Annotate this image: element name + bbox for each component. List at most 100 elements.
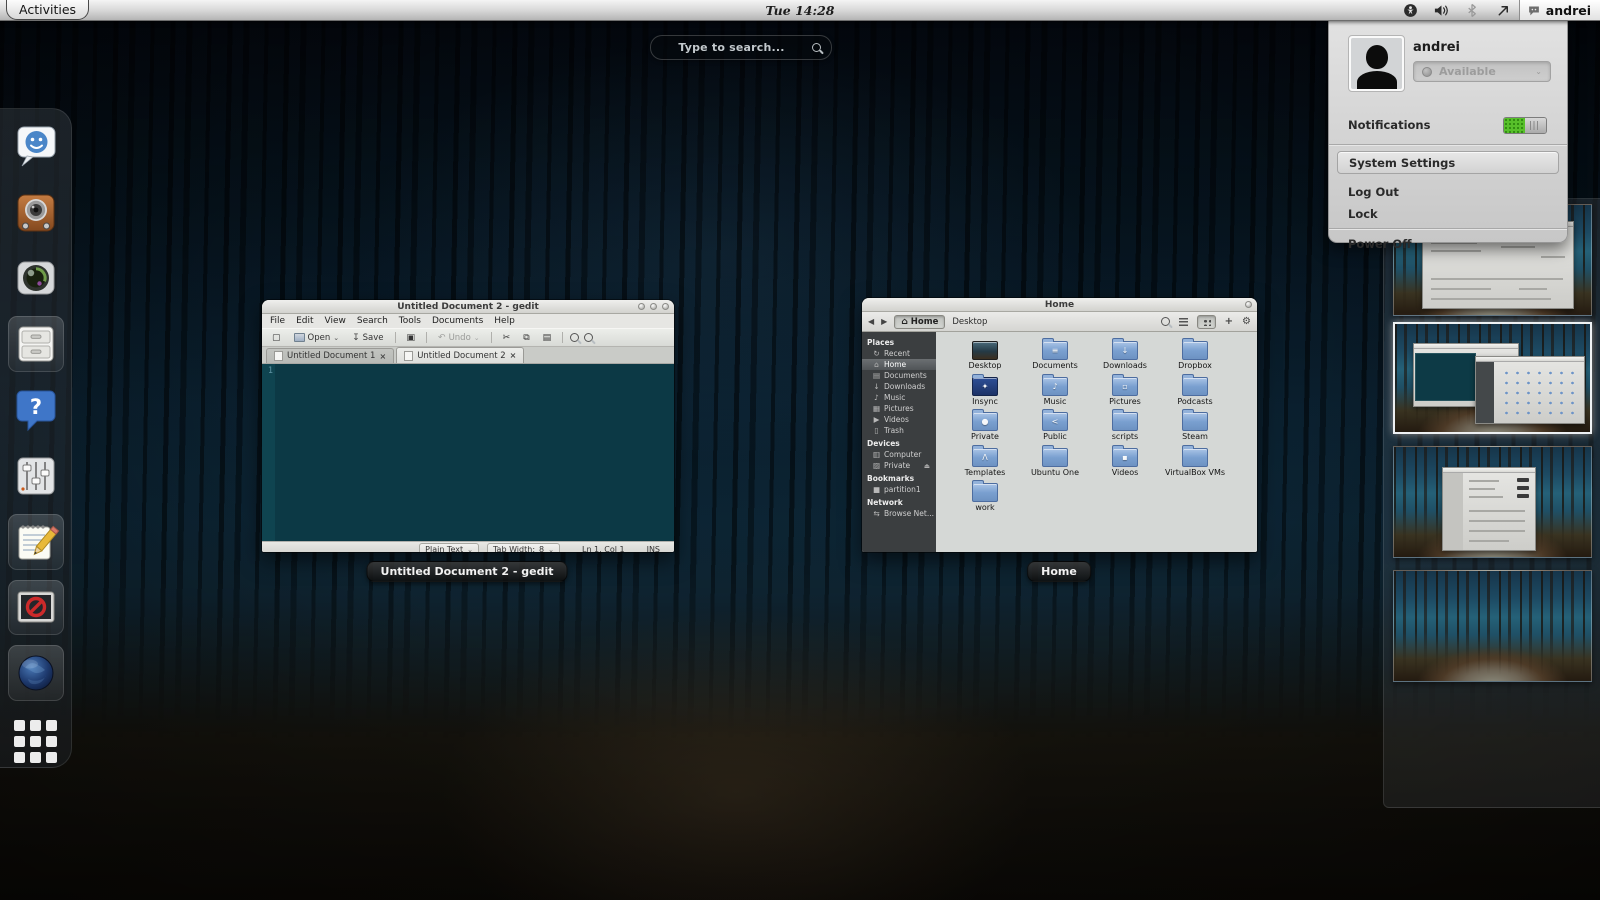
grid-view-button-active[interactable] [1196,314,1216,329]
dock-item-sound-mixer[interactable] [8,448,64,504]
dock-item-help-browser[interactable]: ? [8,382,64,438]
tab-untitled-document-1[interactable]: Untitled Document 1 × [266,348,395,363]
sidebar-item-trash[interactable]: ▯ Trash [862,425,936,436]
window-button[interactable] [638,303,645,310]
sidebar-item-videos[interactable]: ▶ Videos [862,414,936,425]
search-input[interactable]: Type to search... [650,35,832,60]
sidebar-item-documents[interactable]: ▤ Documents [862,370,936,381]
dock-item-show-applications[interactable] [8,711,64,767]
workspace-thumbnail-2-active[interactable] [1393,322,1592,434]
back-button[interactable]: ◀ [868,317,874,326]
list-view-icon[interactable] [1178,317,1188,326]
activities-button[interactable]: Activities [6,0,90,20]
dock-item-text-editor[interactable] [7,513,64,570]
bluetooth-icon[interactable] [1464,2,1481,18]
gedit-titlebar[interactable]: Untitled Document 2 - gedit [262,300,674,314]
text-editing-area[interactable] [275,364,674,541]
file-item[interactable]: Desktop [950,341,1020,377]
sidebar-item-partition1[interactable]: ■ partition1 [862,484,936,495]
menu-item-system-settings[interactable]: System Settings [1337,151,1559,174]
language-selector[interactable]: Plain Text ⌄ [419,543,479,552]
cut-icon[interactable]: ✂ [499,332,515,344]
dock-item-messaging-app[interactable] [8,119,64,175]
zoom-in-icon[interactable]: + [1225,316,1233,327]
forward-button[interactable]: ▶ [881,317,887,326]
tab-width-selector[interactable]: Tab Width: 8 ⌄ [486,543,560,552]
sidebar-item-computer[interactable]: ▥ Computer [862,449,936,460]
menu-search[interactable]: Search [357,316,388,326]
menu-edit[interactable]: Edit [296,316,313,326]
gedit-statusbar: Plain Text ⌄ Tab Width: 8 ⌄ Ln 1, Col 1 INS [262,541,674,552]
clock[interactable]: Tue 14:28 [0,3,1600,18]
copy-icon[interactable]: ⧉ [519,332,533,344]
menu-file[interactable]: File [270,316,285,326]
file-item[interactable]: ● Private [950,409,1020,448]
menu-tools[interactable]: Tools [399,316,421,326]
file-item[interactable]: ▪ Videos [1090,444,1160,484]
status-selector[interactable]: Available ⌄ [1413,61,1551,82]
menu-item-lock[interactable]: Lock [1348,207,1378,221]
sidebar-item-home[interactable]: ⌂ Home [862,359,936,370]
workspace-thumbnail-3[interactable] [1393,446,1592,558]
close-tab-icon[interactable]: × [510,351,517,360]
save-button[interactable]: ↧ Save [348,332,387,344]
folder-emblem [1113,413,1137,430]
file-item[interactable]: < Public [1020,409,1090,448]
close-tab-icon[interactable]: × [379,352,386,361]
breadcrumb-desktop[interactable]: Desktop [952,317,987,327]
file-item[interactable]: ♪ Music [1020,373,1090,413]
menu-view[interactable]: View [325,316,346,326]
print-icon[interactable]: ▣ [403,332,420,344]
file-item[interactable]: Ubuntu One [1020,444,1090,484]
close-button[interactable] [1245,301,1252,308]
file-item[interactable]: ▫ Pictures [1090,373,1160,413]
close-button[interactable] [662,303,669,310]
menu-item-log-out[interactable]: Log Out [1348,185,1399,199]
dock-item-movie-player[interactable] [7,579,64,636]
file-item[interactable]: Dropbox [1160,338,1230,377]
paste-icon[interactable]: ▤ [539,332,556,344]
file-item[interactable]: ≡ Documents [1020,338,1090,377]
breadcrumb-home[interactable]: ⌂ Home [894,314,946,329]
search-icon[interactable] [1160,317,1170,326]
user-menu-button[interactable]: andrei [1518,0,1600,20]
file-item[interactable]: scripts [1090,409,1160,448]
sidebar-item-downloads[interactable]: ↓ Downloads [862,381,936,392]
dock-item-webcam-app[interactable] [8,251,64,307]
gear-icon[interactable]: ⚙ [1242,316,1251,327]
notifications-toggle[interactable] [1503,117,1547,134]
file-item[interactable]: VirtualBox VMs [1160,444,1230,484]
eject-icon[interactable]: ⏏ [924,462,930,470]
sidebar-item-browse-network[interactable]: ⇆ Browse Net... [862,508,936,519]
window-button[interactable] [650,303,657,310]
tab-untitled-document-2[interactable]: Untitled Document 2 × [396,347,525,363]
accessibility-icon[interactable] [1402,2,1419,18]
globe-icon [18,655,53,691]
menu-documents[interactable]: Documents [432,316,483,326]
file-item[interactable]: ✦ Insync [950,373,1020,413]
sidebar-item-private[interactable]: ▨ Private ⏏ [862,460,936,471]
files-titlebar[interactable]: Home [862,298,1257,312]
find-icon[interactable] [570,333,580,342]
file-item[interactable]: work [950,480,1020,519]
open-button[interactable]: Open ⌄ [290,332,344,344]
sidebar-item-recent[interactable]: ↻ Recent [862,348,936,359]
gedit-text-area[interactable]: 1 [262,364,674,541]
avatar[interactable] [1348,35,1405,92]
file-item[interactable]: ↓ Downloads [1090,338,1160,377]
sidebar-item-pictures[interactable]: ▦ Pictures [862,403,936,414]
file-item[interactable]: Λ Templates [950,444,1020,484]
menu-item-power-off[interactable]: Power Off [1348,237,1412,251]
workspace-thumbnail-4[interactable] [1393,570,1592,682]
new-document-icon[interactable]: ▢ [268,332,285,344]
replace-icon[interactable] [584,333,594,342]
network-icon[interactable] [1495,2,1512,18]
menu-help[interactable]: Help [494,316,515,326]
dock-item-music-player[interactable] [8,185,64,241]
file-item[interactable]: Podcasts [1160,373,1230,413]
file-item[interactable]: Steam [1160,409,1230,448]
volume-icon[interactable] [1433,2,1450,18]
dock-item-file-manager[interactable] [7,316,64,373]
dock-item-web-browser[interactable] [7,645,64,702]
sidebar-item-music[interactable]: ♪ Music [862,392,936,403]
